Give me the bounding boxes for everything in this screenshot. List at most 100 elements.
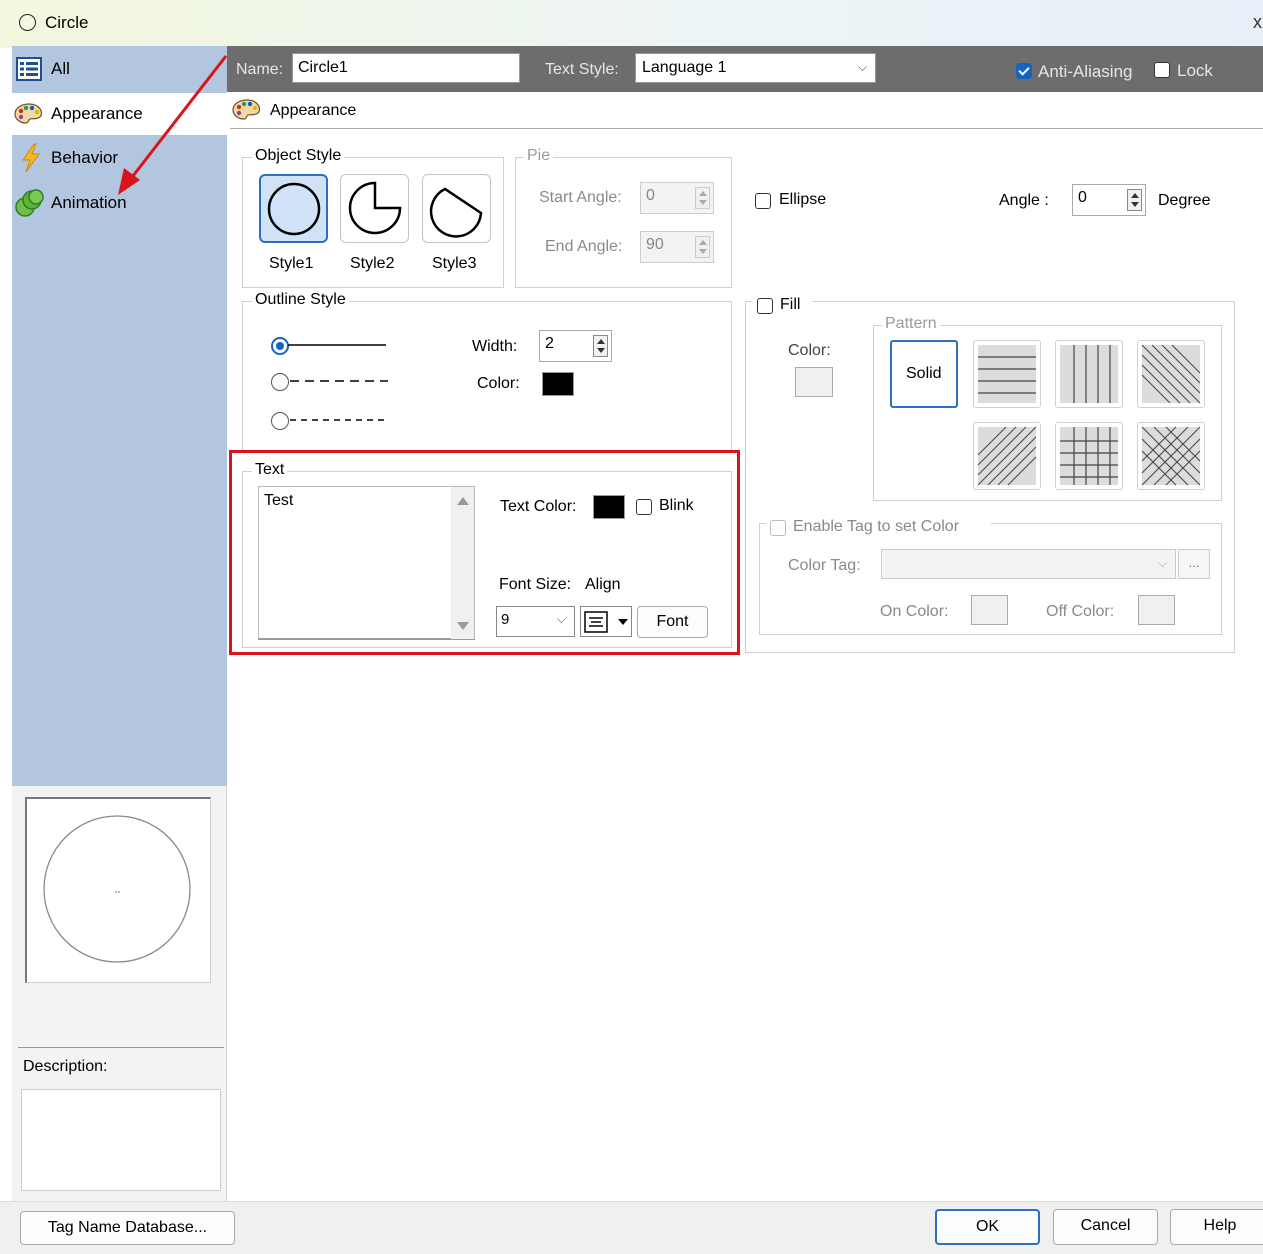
list-icon [16, 57, 42, 81]
back-diagonal-lines-icon [1141, 344, 1201, 404]
angle-unit: Degree [1158, 192, 1211, 209]
help-button[interactable]: Help [1170, 1209, 1263, 1245]
palette-icon [14, 103, 43, 124]
pattern-diagonal-button[interactable] [973, 422, 1041, 490]
outline-color-label: Color: [477, 375, 520, 392]
text-style-label: Text Style: [545, 61, 619, 78]
fill-color-label: Color: [788, 342, 831, 359]
divider [18, 1047, 224, 1048]
circle-style-icon [267, 182, 321, 236]
outline-width-value: 2 [545, 335, 554, 352]
section-title: Appearance [270, 102, 357, 119]
on-color-swatch[interactable] [971, 595, 1008, 625]
chevron-down-icon: ⌵ [857, 60, 867, 74]
lightning-icon [22, 143, 40, 173]
pattern-solid-button[interactable]: Solid [890, 340, 958, 408]
spinner-arrows-icon[interactable] [593, 335, 608, 357]
ellipse-checkbox[interactable] [755, 193, 771, 209]
outline-color-swatch[interactable] [542, 372, 574, 396]
pie-group [515, 157, 732, 288]
pattern-diagcross-button[interactable] [1137, 422, 1205, 490]
spinner-arrows-icon[interactable] [695, 187, 710, 209]
lock-label: Lock [1177, 61, 1213, 80]
start-angle-spinner[interactable]: 0 [640, 182, 714, 214]
fill-label: Fill [780, 296, 801, 313]
title-bar [0, 0, 1263, 48]
off-color-label: Off Color: [1046, 603, 1115, 620]
outline-width-spinner[interactable]: 2 [539, 330, 612, 362]
ellipse-label: Ellipse [779, 191, 827, 208]
diagonal-cross-icon [1141, 426, 1201, 486]
vertical-lines-icon [1060, 345, 1118, 403]
annotation-arrow [118, 55, 228, 195]
off-color-swatch[interactable] [1138, 595, 1175, 625]
diagonal-lines-icon [977, 426, 1037, 486]
color-tag-label: Color Tag: [788, 557, 861, 574]
spinner-arrows-icon[interactable] [1127, 189, 1142, 211]
style2-button[interactable] [340, 174, 409, 243]
animation-icon [15, 189, 44, 217]
chord-style-icon [429, 187, 483, 238]
end-angle-label: End Angle: [545, 238, 623, 255]
circle-icon [19, 14, 36, 31]
description-input[interactable] [21, 1089, 221, 1191]
object-style-title: Object Style [252, 147, 345, 165]
circle-preview-shape [43, 815, 191, 963]
description-label: Description: [23, 1058, 108, 1075]
pattern-backdiagonal-button[interactable] [1137, 340, 1205, 408]
horizontal-lines-icon [978, 345, 1036, 403]
dot-line-radio[interactable] [271, 412, 289, 430]
dot-line-icon [290, 419, 388, 421]
name-input[interactable]: Circle1 [292, 53, 520, 83]
lock-checkbox[interactable] [1154, 62, 1170, 78]
pattern-cross-button[interactable] [1055, 422, 1123, 490]
close-icon[interactable]: x [1253, 12, 1262, 33]
window-title: Circle [45, 13, 89, 32]
on-color-label: On Color: [880, 603, 949, 620]
outline-width-label: Width: [472, 338, 518, 355]
fill-checkbox[interactable] [757, 298, 773, 314]
object-preview [25, 797, 211, 983]
pattern-solid-label: Solid [906, 365, 942, 382]
style1-button[interactable] [259, 174, 328, 243]
pattern-title: Pattern [882, 315, 940, 333]
solid-line-radio[interactable] [271, 337, 289, 355]
angle-spinner[interactable]: 0 [1072, 184, 1146, 216]
start-angle-label: Start Angle: [539, 189, 622, 206]
name-label: Name: [236, 61, 284, 78]
pattern-horizontal-button[interactable] [973, 340, 1041, 408]
section-header [230, 97, 1263, 129]
end-angle-value: 90 [646, 236, 664, 253]
anti-aliasing-checkbox[interactable] [1016, 63, 1032, 79]
dash-line-radio[interactable] [271, 373, 289, 391]
fill-color-swatch[interactable] [795, 367, 833, 397]
style3-label: Style3 [432, 255, 477, 272]
tag-name-database-button[interactable]: Tag Name Database... [20, 1211, 235, 1245]
style1-label: Style1 [269, 255, 314, 272]
cancel-button[interactable]: Cancel [1053, 1209, 1158, 1245]
dash-line-icon [290, 380, 388, 382]
sidebar-item-label: All [51, 59, 70, 78]
color-tag-select[interactable]: ⌵ [881, 549, 1176, 579]
style3-button[interactable] [422, 174, 491, 243]
highlight-annotation [229, 450, 740, 655]
enable-tag-color-label: Enable Tag to set Color [793, 518, 960, 535]
color-tag-browse-button[interactable]: ... [1178, 549, 1210, 579]
spinner-arrows-icon[interactable] [695, 236, 710, 258]
chevron-down-icon: ⌵ [1157, 556, 1167, 570]
angle-value: 0 [1078, 189, 1087, 206]
start-angle-value: 0 [646, 187, 655, 204]
solid-line-icon [288, 344, 386, 346]
angle-label: Angle : [999, 192, 1049, 209]
pie-style-icon [348, 181, 402, 235]
text-style-value: Language 1 [642, 59, 727, 76]
end-angle-spinner[interactable]: 90 [640, 231, 714, 263]
pattern-vertical-button[interactable] [1055, 340, 1123, 408]
ok-button[interactable]: OK [935, 1209, 1040, 1245]
style2-label: Style2 [350, 255, 395, 272]
cross-lines-icon [1060, 427, 1118, 485]
anti-aliasing-label: Anti-Aliasing [1038, 62, 1133, 81]
enable-tag-color-checkbox[interactable] [770, 520, 786, 536]
text-style-select[interactable]: Language 1 ⌵ [635, 53, 876, 83]
pie-title: Pie [524, 147, 554, 165]
